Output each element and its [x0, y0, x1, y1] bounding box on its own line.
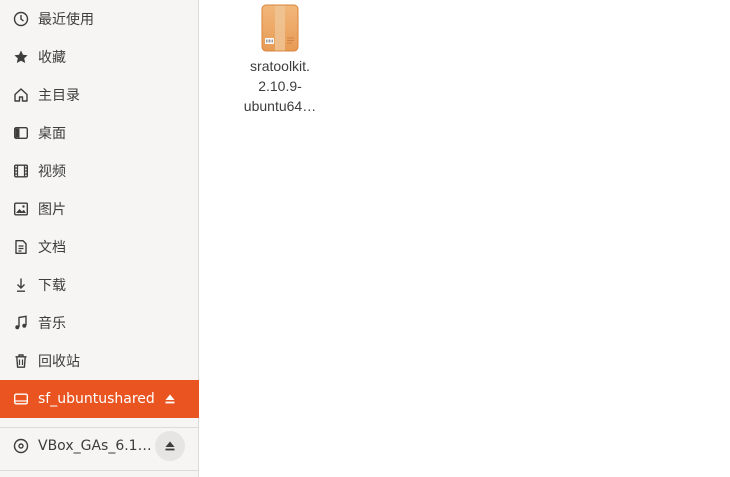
- document-icon: [12, 238, 30, 256]
- sidebar: 最近使用 收藏 主目录 桌面 视频 图片 文档 下载 音乐 回收站 sf_ubu…: [0, 0, 199, 477]
- sidebar-item-trash[interactable]: 回收站: [0, 342, 199, 380]
- sidebar-item-recent[interactable]: 最近使用: [0, 0, 199, 38]
- sidebar-item-label: 回收站: [38, 354, 80, 370]
- sidebar-item-videos[interactable]: 视频: [0, 152, 199, 190]
- sidebar-item-pictures[interactable]: 图片: [0, 190, 199, 228]
- download-icon: [12, 276, 30, 294]
- eject-icon[interactable]: [163, 392, 177, 406]
- clock-icon: [12, 10, 30, 28]
- eject-button[interactable]: [155, 431, 185, 461]
- sidebar-item-label: 音乐: [38, 316, 66, 332]
- file-name-line: ubuntu64…: [243, 98, 317, 114]
- desktop-icon: [12, 124, 30, 142]
- sidebar-item-label: 文档: [38, 240, 66, 256]
- sidebar-item-label: 下载: [38, 278, 66, 294]
- sidebar-item-label: 视频: [38, 164, 66, 180]
- sidebar-item-downloads[interactable]: 下载: [0, 266, 199, 304]
- sidebar-item-music[interactable]: 音乐: [0, 304, 199, 342]
- sidebar-item-label: 桌面: [38, 126, 66, 142]
- sidebar-item-label: 图片: [38, 202, 66, 218]
- sidebar-item-documents[interactable]: 文档: [0, 228, 199, 266]
- picture-icon: [12, 200, 30, 218]
- music-icon: [12, 314, 30, 332]
- sidebar-item-vbox-gas[interactable]: VBox_GAs_6.1…: [0, 427, 199, 465]
- sidebar-item-label: sf_ubuntushared: [38, 391, 155, 407]
- trash-icon: [12, 352, 30, 370]
- drive-icon: [12, 390, 30, 408]
- sidebar-separator: [0, 470, 199, 471]
- film-icon: [12, 162, 30, 180]
- star-icon: [12, 48, 30, 66]
- sidebar-item-label: VBox_GAs_6.1…: [38, 438, 152, 454]
- home-icon: [12, 86, 30, 104]
- sidebar-item-label: 最近使用: [38, 12, 94, 28]
- file-name-line: sratoolkit.: [250, 58, 310, 74]
- sidebar-item-label: 收藏: [38, 50, 66, 66]
- file-name-line: 2.10.9-: [258, 78, 302, 94]
- sidebar-item-desktop[interactable]: 桌面: [0, 114, 199, 152]
- archive-icon: [260, 4, 300, 52]
- eject-icon: [165, 441, 175, 451]
- sidebar-item-starred[interactable]: 收藏: [0, 38, 199, 76]
- disc-icon: [12, 437, 30, 455]
- file-item[interactable]: sratoolkit. 2.10.9- ubuntu64…: [230, 4, 330, 116]
- sidebar-item-home[interactable]: 主目录: [0, 76, 199, 114]
- sidebar-item-label: 主目录: [38, 88, 80, 104]
- sidebar-item-sf-ubuntushared[interactable]: sf_ubuntushared: [0, 380, 199, 418]
